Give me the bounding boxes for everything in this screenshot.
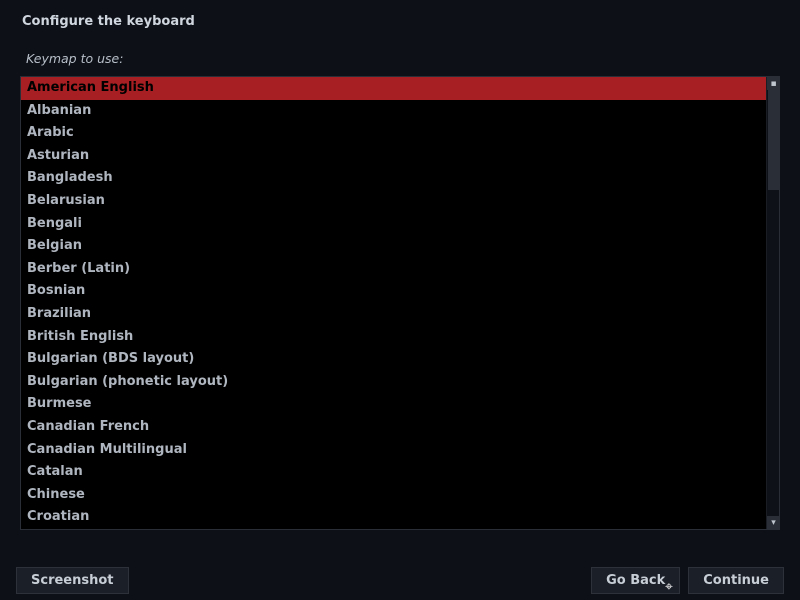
- list-item[interactable]: Bulgarian (BDS layout): [21, 348, 766, 371]
- list-item[interactable]: Bosnian: [21, 280, 766, 303]
- footer: Screenshot Go Back Continue: [0, 560, 800, 600]
- list-item[interactable]: Canadian French: [21, 416, 766, 439]
- scroll-down-button[interactable]: ▾: [767, 516, 780, 529]
- list-item[interactable]: Albanian: [21, 100, 766, 123]
- scrollbar[interactable]: ▪ ▾: [766, 77, 779, 529]
- list-item[interactable]: Bengali: [21, 213, 766, 236]
- scroll-thumb[interactable]: [768, 90, 779, 190]
- page-title: Configure the keyboard: [0, 0, 800, 37]
- list-item[interactable]: Brazilian: [21, 303, 766, 326]
- list-item[interactable]: Belarusian: [21, 190, 766, 213]
- list-item[interactable]: Asturian: [21, 145, 766, 168]
- list-item[interactable]: Bulgarian (phonetic layout): [21, 371, 766, 394]
- keymap-label: Keymap to use:: [0, 37, 800, 72]
- list-item[interactable]: British English: [21, 326, 766, 349]
- list-item[interactable]: Burmese: [21, 393, 766, 416]
- list-item[interactable]: Bangladesh: [21, 167, 766, 190]
- screenshot-button[interactable]: Screenshot: [16, 567, 129, 594]
- list-item[interactable]: Canadian Multilingual: [21, 439, 766, 462]
- list-item[interactable]: American English: [21, 77, 766, 100]
- continue-button[interactable]: Continue: [688, 567, 784, 594]
- go-back-button[interactable]: Go Back: [591, 567, 680, 594]
- scroll-up-button[interactable]: ▪: [767, 77, 780, 90]
- list-item[interactable]: Catalan: [21, 461, 766, 484]
- list-item[interactable]: Chinese: [21, 484, 766, 507]
- list-item[interactable]: Berber (Latin): [21, 258, 766, 281]
- list-item[interactable]: Belgian: [21, 235, 766, 258]
- keymap-listbox[interactable]: American EnglishAlbanianArabicAsturianBa…: [20, 76, 780, 530]
- list-item[interactable]: Croatian: [21, 506, 766, 529]
- list-item[interactable]: Arabic: [21, 122, 766, 145]
